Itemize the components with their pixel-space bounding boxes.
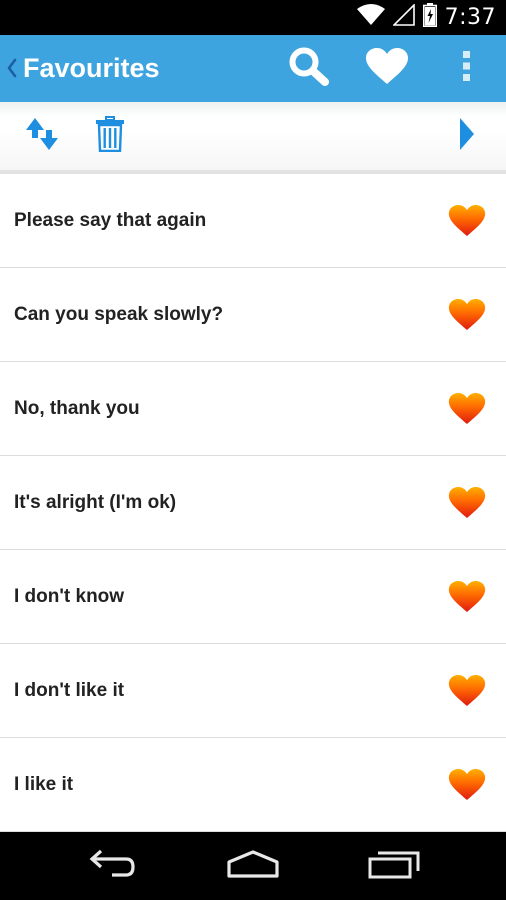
favourites-list: Please say that again Can you speak slow… [0, 174, 506, 832]
wifi-icon [356, 4, 385, 31]
search-button[interactable] [279, 35, 339, 102]
favourite-heart-icon[interactable] [448, 674, 486, 708]
list-item[interactable]: Can you speak slowly? [0, 268, 506, 362]
favourites-button[interactable] [357, 35, 417, 102]
phrase-label: Can you speak slowly? [14, 303, 224, 325]
list-item[interactable]: Please say that again [0, 174, 506, 268]
status-bar: 7:37 [0, 0, 506, 35]
favourite-heart-icon[interactable] [448, 298, 486, 332]
page-title[interactable]: Favourites [23, 51, 160, 85]
nav-recents-button[interactable] [354, 832, 434, 900]
play-arrow-icon [458, 117, 476, 156]
toolbar [0, 102, 506, 170]
trash-icon [94, 115, 126, 157]
favourite-heart-icon[interactable] [448, 486, 486, 520]
sort-arrows-icon [24, 116, 60, 157]
list-item[interactable]: No, thank you [0, 362, 506, 456]
list-item[interactable]: I don't know [0, 550, 506, 644]
phrase-label: It's alright (I'm ok) [14, 491, 177, 513]
sort-button[interactable] [20, 102, 64, 170]
heart-icon [365, 47, 409, 90]
phrase-label: No, thank you [14, 397, 140, 419]
phrase-label: Please say that again [14, 209, 207, 231]
overflow-menu-button[interactable] [436, 35, 496, 102]
favourite-heart-icon[interactable] [448, 580, 486, 614]
search-icon [288, 46, 330, 91]
nav-recents-icon [368, 849, 420, 884]
favourite-heart-icon[interactable] [448, 392, 486, 426]
favourite-heart-icon[interactable] [448, 768, 486, 802]
navigation-bar [0, 832, 506, 900]
overflow-menu-icon [461, 50, 471, 87]
clock: 7:37 [444, 5, 496, 30]
nav-home-button[interactable] [213, 832, 293, 900]
list-item[interactable]: It's alright (I'm ok) [0, 456, 506, 550]
phrase-label: I don't know [14, 585, 125, 607]
back-chevron-icon[interactable] [4, 53, 20, 83]
favourite-heart-icon[interactable] [448, 204, 486, 238]
battery-icon [422, 3, 437, 32]
list-item[interactable]: I don't like it [0, 644, 506, 738]
delete-button[interactable] [90, 102, 130, 170]
phrase-label: I don't like it [14, 679, 125, 701]
phrase-label: I like it [14, 773, 74, 795]
action-bar: Favourites [0, 35, 506, 102]
nav-back-icon [88, 849, 136, 884]
nav-home-icon [226, 849, 280, 884]
nav-back-button[interactable] [72, 832, 152, 900]
signal-icon [391, 3, 415, 31]
list-item[interactable]: I like it [0, 738, 506, 832]
play-button[interactable] [450, 102, 484, 170]
